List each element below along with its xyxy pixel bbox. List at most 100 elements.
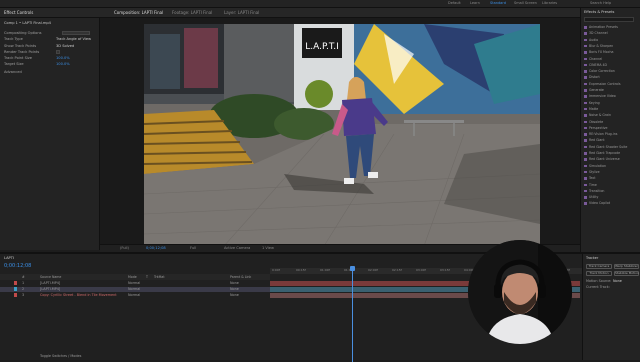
- ec-row-track-point-size: Track Point Size: [4, 56, 32, 60]
- layer-row-3[interactable]: 3 Copy: Cyrillic Street - Blend in Tile …: [0, 293, 270, 298]
- effect-category-item[interactable]: Perspective: [583, 126, 607, 130]
- motion-source-value[interactable]: None: [613, 279, 622, 283]
- effect-category-item[interactable]: 3D Channel: [584, 31, 608, 35]
- layer-color-label: [14, 287, 17, 291]
- workspace-libraries[interactable]: Libraries: [542, 1, 557, 5]
- video-frame: L.A.P.T.I: [144, 24, 540, 246]
- col-mode: Mode: [128, 275, 137, 279]
- layer-number: 2: [22, 287, 25, 291]
- effect-category-item[interactable]: Animation Presets: [584, 25, 618, 29]
- effect-category-item[interactable]: Blur & Sharpen: [583, 44, 613, 48]
- composition-viewer[interactable]: L.A.P.T.I: [100, 18, 580, 250]
- effect-category-item[interactable]: Text: [583, 176, 595, 180]
- layer-name: [LAPTI.MP4]: [40, 287, 61, 291]
- effect-category-item[interactable]: Transition: [583, 189, 604, 193]
- effect-category-item[interactable]: Audio: [583, 38, 598, 42]
- target-size-value[interactable]: 100.0%: [56, 62, 70, 66]
- workspace-bar: Default Learn Standard Small Screen Libr…: [0, 0, 640, 8]
- stabilize-motion-button[interactable]: Stabilize Motion: [614, 271, 639, 276]
- effect-controls-panel: Comp 1 • LAPTI Final.mp4 Compositing Opt…: [0, 18, 100, 250]
- tracker-panel: Tracker Track Camera Warp Stabilizer Tra…: [582, 254, 640, 360]
- col-trkmat: TrkMat: [154, 275, 165, 279]
- layer-color-label: [14, 281, 17, 285]
- layer-name: Comp 1 • LAPTI Final.mp4: [4, 21, 51, 25]
- tab-effect-controls[interactable]: Effect Controls: [4, 10, 33, 15]
- effect-category-item[interactable]: Channel: [583, 57, 602, 61]
- quality-dropdown[interactable]: Full: [190, 246, 196, 250]
- compositing-dropdown[interactable]: [62, 31, 90, 35]
- effects-panel-title: Effects & Presets: [584, 10, 615, 14]
- ruler-tick-label: 0:00f: [272, 268, 280, 272]
- effect-category-item[interactable]: Immersive Video: [584, 94, 616, 98]
- track-point-size-value[interactable]: 100.0%: [56, 56, 70, 60]
- effect-category-item[interactable]: Color Correction: [584, 69, 615, 73]
- tracker-title: Tracker: [586, 256, 599, 260]
- workspace-learn[interactable]: Learn: [470, 1, 480, 5]
- track-type-value[interactable]: Track Angle of View: [56, 37, 91, 41]
- left-tabs: Effect Controls: [0, 8, 100, 18]
- views-dropdown[interactable]: 1 View: [262, 246, 274, 250]
- tab-footage[interactable]: Footage: LAPTI Final: [172, 10, 212, 15]
- effect-category-item[interactable]: Distort: [584, 75, 600, 79]
- viewer-timecode[interactable]: 0;00;12;08: [146, 246, 166, 250]
- workspace-default[interactable]: Default: [448, 1, 461, 5]
- effect-category-item[interactable]: Simulation: [584, 164, 606, 168]
- ec-row-advanced[interactable]: Advanced: [4, 70, 22, 74]
- effect-category-item[interactable]: Red Giant: [584, 138, 605, 142]
- effect-category-item[interactable]: Expression Controls: [584, 82, 621, 86]
- camera-dropdown[interactable]: Active Camera: [224, 246, 250, 250]
- effect-category-item[interactable]: Red Giant Trapcode: [583, 151, 620, 155]
- layer-row-1[interactable]: 1 [LAPTI.MP4] Normal None: [0, 281, 270, 286]
- effect-category-item[interactable]: Obsolete: [583, 120, 603, 124]
- effect-category-item[interactable]: Boris FX Mocha: [583, 50, 613, 54]
- layer-color-label: [14, 293, 17, 297]
- effect-category-item[interactable]: Red Giant Shooter Suite: [583, 145, 627, 149]
- workspace-standard[interactable]: Standard: [490, 1, 506, 5]
- layer-parent[interactable]: None: [230, 293, 239, 297]
- street-scene: L.A.P.T.I: [144, 24, 540, 246]
- motion-source-label: Motion Source:: [586, 279, 612, 283]
- timeline-timecode[interactable]: 0;00:12;08: [4, 263, 31, 269]
- effect-category-item[interactable]: Keying: [584, 101, 600, 105]
- effect-category-item[interactable]: Matte: [583, 107, 598, 111]
- warp-stabilizer-button[interactable]: Warp Stabilizer: [614, 264, 639, 269]
- effect-category-item[interactable]: Utility: [583, 195, 598, 199]
- show-track-points-value[interactable]: 3D Solved: [56, 44, 74, 48]
- effect-category-item[interactable]: CINEMA 4D: [584, 63, 607, 67]
- ruler-tick-label: 01:00f: [320, 268, 330, 272]
- layer-parent[interactable]: None: [230, 287, 239, 291]
- workspace-small-screen[interactable]: Small Screen: [514, 1, 537, 5]
- ruler-tick-label: 02:15f: [392, 268, 402, 272]
- search-help-input[interactable]: Search Help: [590, 1, 611, 5]
- layer-number: 1: [22, 281, 25, 285]
- col-source-name: Source Name: [40, 275, 62, 279]
- lapti-sign-text: L.A.P.T.I: [305, 42, 339, 52]
- ruler-tick-label: 02:00f: [368, 268, 378, 272]
- track-motion-button[interactable]: Track Motion: [586, 271, 612, 276]
- layer-row-2[interactable]: 2 [LAPTI.MP4] Normal None: [0, 287, 270, 292]
- tab-layer[interactable]: Layer: LAPTI Final: [224, 10, 259, 15]
- effect-category-item[interactable]: Generate: [584, 88, 604, 92]
- layer-mode[interactable]: Normal: [128, 287, 140, 291]
- timeline-comp-tab[interactable]: LAPTI: [4, 256, 14, 260]
- effect-category-item[interactable]: Time: [584, 183, 597, 187]
- effects-search-input[interactable]: [584, 17, 634, 22]
- effect-category-item[interactable]: RE:Vision Plug-ins: [583, 132, 617, 136]
- effect-category-item[interactable]: Stylize: [584, 170, 600, 174]
- playhead[interactable]: [350, 266, 355, 362]
- track-camera-button[interactable]: Track Camera: [586, 264, 612, 269]
- zoom-dropdown[interactable]: (Full): [120, 246, 129, 250]
- tab-composition[interactable]: Composition: LAPTI Final: [114, 10, 163, 15]
- layer-mode[interactable]: Normal: [128, 293, 140, 297]
- effect-category-item[interactable]: Video Copilot: [583, 201, 610, 205]
- ec-row-compositing: Compositing Options: [4, 31, 42, 35]
- col-t: T: [146, 275, 148, 279]
- current-track-label: Current Track:: [586, 285, 610, 289]
- layer-name: Copy: Cyrillic Street - Blend in Tile Mo…: [40, 293, 117, 297]
- layer-parent[interactable]: None: [230, 281, 239, 285]
- render-track-points-checkbox[interactable]: [56, 50, 60, 54]
- layer-mode[interactable]: Normal: [128, 281, 140, 285]
- toggle-switches-modes[interactable]: Toggle Switches / Modes: [40, 354, 81, 358]
- effect-category-item[interactable]: Red Giant Universe: [584, 157, 620, 161]
- effect-category-item[interactable]: Noise & Grain: [584, 113, 611, 117]
